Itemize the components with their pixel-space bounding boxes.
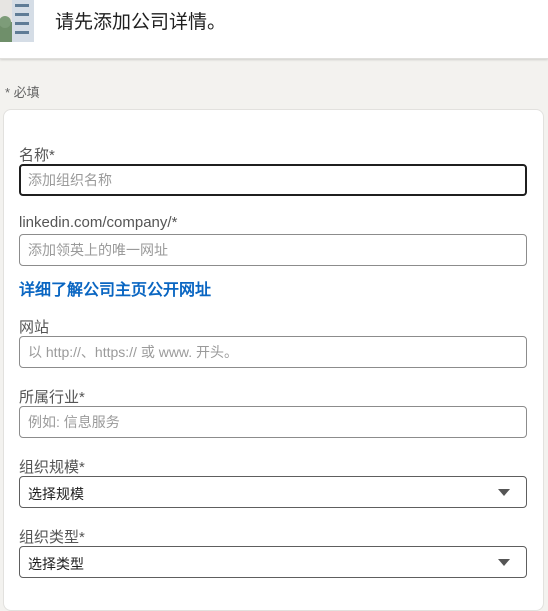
org-type-selected-value: 选择类型 [28, 556, 84, 572]
industry-label: 所属行业* [19, 389, 85, 406]
learn-more-link[interactable]: 详细了解公司主页公开网址 [19, 276, 211, 300]
chevron-down-icon [498, 489, 510, 496]
website-input[interactable] [19, 336, 527, 368]
org-size-selected-value: 选择规模 [28, 486, 84, 502]
website-label: 网站 [19, 319, 50, 336]
name-label: 名称* [19, 147, 55, 164]
required-fields-note: * 必填 [5, 85, 40, 100]
org-type-label: 组织类型* [19, 529, 85, 546]
org-type-select[interactable]: 选择类型 [19, 546, 527, 578]
page-title: 请先添加公司详情。 [55, 12, 227, 33]
top-bar: 请先添加公司详情。 [0, 0, 548, 59]
chevron-down-icon [498, 559, 510, 566]
org-size-select[interactable]: 选择规模 [19, 476, 527, 508]
org-size-label: 组织规模* [19, 459, 85, 476]
name-input[interactable] [19, 164, 527, 196]
linkedin-url-label: linkedin.com/company/* [19, 214, 178, 231]
industry-input[interactable] [19, 406, 527, 438]
linkedin-url-input[interactable] [19, 234, 527, 266]
company-logo-icon [0, 0, 36, 42]
